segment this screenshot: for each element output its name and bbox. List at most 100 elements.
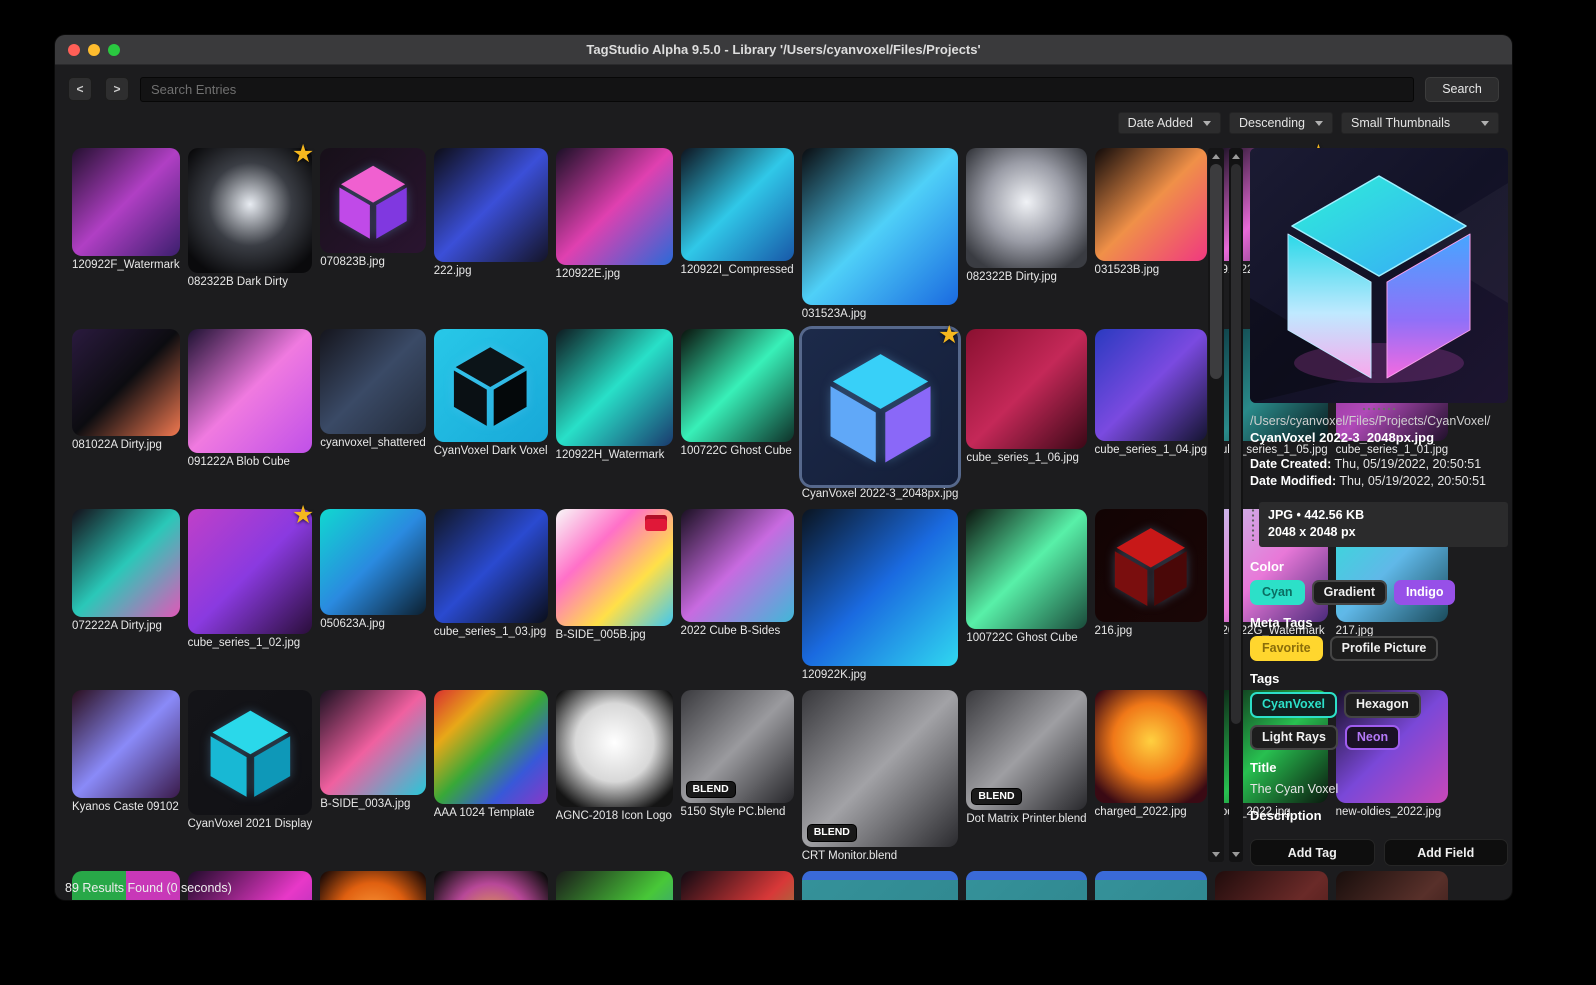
grid-item-thumbnail[interactable]	[555, 328, 673, 446]
tag-pill[interactable]: CyanVoxel	[1250, 692, 1337, 718]
grid-item-thumbnail[interactable]	[680, 148, 794, 262]
grid-item[interactable]: 2022 Cube B-Sides	[680, 509, 794, 684]
grid-item[interactable]: BLEND Dot Matrix Printer.blend	[966, 689, 1087, 865]
grid-item[interactable]: GIF retro_pc_green@3x	[801, 870, 959, 900]
grid-item[interactable]: CyanVoxel Dark Voxel	[433, 328, 548, 504]
minimize-button[interactable]	[88, 44, 100, 56]
grid-item[interactable]: 072222A Dirty.jpg	[72, 509, 180, 684]
grid-item[interactable]: piano_2022.jpg	[320, 870, 426, 900]
grid-item-thumbnail[interactable]	[433, 509, 548, 624]
grid-item-thumbnail[interactable]: GIF	[966, 870, 1087, 900]
add-tag-button[interactable]: Add Tag	[1250, 839, 1375, 866]
grid-item[interactable]: CyanVoxel 2022-3_2048px.jpg	[801, 328, 959, 504]
grid-item-thumbnail[interactable]	[187, 148, 313, 273]
grid-item-thumbnail[interactable]	[320, 328, 426, 435]
grid-item[interactable]: 080920A - Broken Icon	[555, 870, 673, 900]
grid-item[interactable]: 216.jpg	[1094, 509, 1208, 684]
grid-item[interactable]: 031523B.jpg	[1094, 148, 1208, 323]
grid-item[interactable]: cyanvoxel_shattered	[320, 328, 426, 504]
back-button[interactable]: <	[68, 77, 92, 101]
tag-pill[interactable]: Gradient	[1311, 579, 1387, 606]
tag-pill[interactable]: Indigo	[1393, 579, 1456, 606]
tag-pill[interactable]: Light Rays	[1250, 724, 1338, 750]
panel-scrollbar[interactable]	[1229, 148, 1243, 862]
grid-item-thumbnail[interactable]	[1094, 148, 1208, 261]
scroll-down-icon[interactable]	[1208, 847, 1224, 861]
grid-item-thumbnail[interactable]	[1215, 870, 1328, 900]
grid-item-thumbnail[interactable]	[555, 509, 673, 627]
grid-item-thumbnail[interactable]	[433, 689, 548, 804]
grid-item[interactable]: 031523A.jpg	[801, 148, 959, 323]
thumbnail-size-dropdown[interactable]: Small Thumbnails	[1341, 112, 1499, 134]
scrollbar-thumb[interactable]	[1210, 164, 1222, 379]
tag-pill[interactable]: Profile Picture	[1329, 636, 1439, 662]
grid-item-thumbnail[interactable]	[1335, 870, 1449, 900]
grid-item-thumbnail[interactable]	[72, 328, 180, 437]
grid-item-thumbnail[interactable]	[680, 328, 794, 442]
grid-item-thumbnail[interactable]	[72, 509, 180, 617]
grid-item-thumbnail[interactable]: BLEND	[801, 689, 959, 847]
grid-item[interactable]: 082322B Dirty.jpg	[966, 148, 1087, 323]
grid-item-thumbnail[interactable]	[320, 509, 426, 615]
forward-button[interactable]: >	[105, 77, 129, 101]
grid-item[interactable]: 100722C Ghost Cube	[680, 328, 794, 504]
grid-item[interactable]: perk_machines_32px	[680, 870, 794, 900]
grid-item-thumbnail[interactable]	[72, 689, 180, 798]
grid-item[interactable]: 091222A Blob Cube	[187, 328, 313, 504]
grid-item[interactable]: 100722C Ghost Cube	[966, 509, 1087, 684]
grid-item-thumbnail[interactable]	[187, 689, 313, 815]
grid-item[interactable]: Post 9.png	[1215, 870, 1328, 900]
grid-item-thumbnail[interactable]	[680, 509, 794, 623]
grid-item[interactable]: cube_series_1_04.jpg	[1094, 328, 1208, 504]
grid-item-thumbnail[interactable]	[320, 870, 426, 900]
grid-item-thumbnail[interactable]	[72, 148, 180, 256]
grid-item[interactable]: 081022A Dirty.jpg	[72, 328, 180, 504]
panel-drag-handle[interactable]	[1362, 405, 1396, 413]
grid-item-thumbnail[interactable]	[966, 148, 1087, 269]
grid-item[interactable]: 120922E.jpg	[555, 148, 673, 323]
grid-item[interactable]: B-SIDE_005B.jpg	[555, 509, 673, 684]
grid-item-thumbnail[interactable]	[433, 328, 548, 443]
grid-item[interactable]: GIF cyanvoxel_mono_crt	[966, 870, 1087, 900]
grid-item[interactable]: AGNC-2018 Icon Logo	[555, 689, 673, 865]
tag-pill[interactable]: Cyan	[1250, 579, 1305, 606]
grid-item[interactable]: 120922F_Watermark	[72, 148, 180, 323]
tag-pill[interactable]: Neon	[1344, 724, 1401, 750]
grid-item[interactable]: GIF cyanvoxel_dot_matrix	[1094, 870, 1208, 900]
grid-item[interactable]: cube_series_1_03.jpg	[433, 509, 548, 684]
grid-item-thumbnail[interactable]	[801, 328, 959, 486]
grid-item-thumbnail[interactable]: BLEND	[680, 689, 794, 804]
grid-item-thumbnail[interactable]	[555, 870, 673, 900]
grid-item-thumbnail[interactable]	[555, 148, 673, 265]
grid-item[interactable]: Skull Plates Vector	[433, 870, 548, 900]
grid-item[interactable]: BLEND 5150 Style PC.blend	[680, 689, 794, 865]
tag-pill[interactable]: Hexagon	[1344, 692, 1421, 718]
grid-item-thumbnail[interactable]	[1094, 509, 1208, 622]
grid-item-thumbnail[interactable]	[320, 689, 426, 796]
grid-item[interactable]: 222.jpg	[433, 148, 548, 323]
scroll-down-icon[interactable]	[1229, 847, 1243, 861]
grid-item-thumbnail[interactable]	[801, 509, 959, 666]
scroll-up-icon[interactable]	[1229, 149, 1243, 163]
grid-item-thumbnail[interactable]	[187, 328, 313, 454]
grid-item[interactable]: CyanVoxel 2021 Display	[187, 689, 313, 865]
scrollbar-thumb[interactable]	[1231, 164, 1241, 724]
search-input[interactable]	[140, 76, 1414, 102]
grid-item-thumbnail[interactable]	[1094, 689, 1208, 803]
close-button[interactable]	[68, 44, 80, 56]
grid-item[interactable]: 070823B.jpg	[320, 148, 426, 323]
grid-item-thumbnail[interactable]	[433, 148, 548, 262]
grid-item[interactable]: 120922I_Compressed	[680, 148, 794, 323]
grid-item-thumbnail[interactable]	[680, 870, 794, 900]
grid-item[interactable]: B-SIDE_003A.jpg	[320, 689, 426, 865]
grid-item-thumbnail[interactable]	[433, 870, 548, 900]
tag-pill[interactable]: Favorite	[1250, 636, 1323, 662]
sort-order-dropdown[interactable]: Descending	[1228, 112, 1333, 134]
grid-item[interactable]: charged_2022.jpg	[1094, 689, 1208, 865]
search-button[interactable]: Search	[1425, 76, 1499, 102]
grid-item-thumbnail[interactable]: BLEND	[966, 689, 1087, 811]
add-field-button[interactable]: Add Field	[1383, 839, 1508, 866]
sort-field-dropdown[interactable]: Date Added	[1117, 112, 1221, 134]
grid-item-thumbnail[interactable]: GIF	[1094, 870, 1208, 900]
grid-item-thumbnail[interactable]	[966, 328, 1087, 449]
